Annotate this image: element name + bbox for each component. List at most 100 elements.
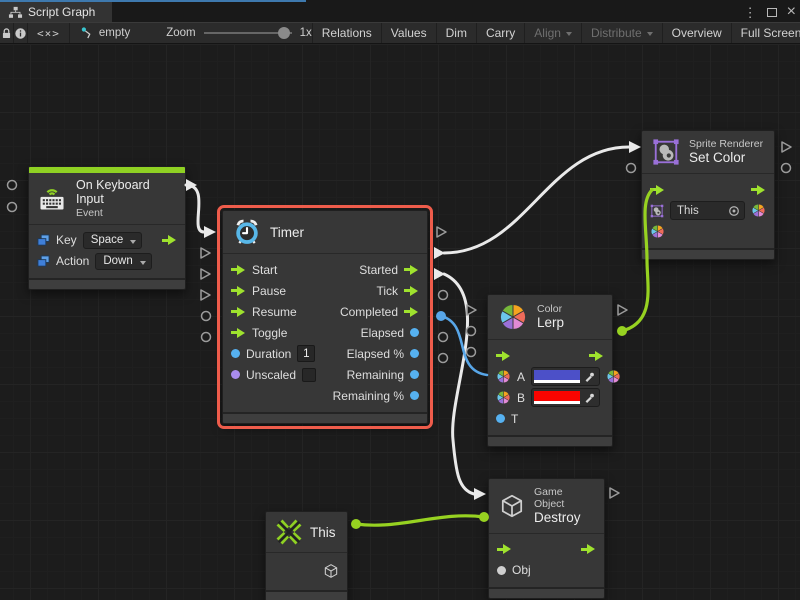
flow-in-icon <box>231 307 246 317</box>
node-set-color[interactable]: Sprite Renderer Set Color This <box>641 130 775 260</box>
wire-arrow-setcolor-flow[interactable] <box>629 141 641 153</box>
ext-port-timer-unscaled[interactable] <box>202 333 211 342</box>
unscaled-checkbox[interactable] <box>302 368 316 382</box>
wire-start-timer-completed[interactable] <box>434 268 445 280</box>
wire-elapsed-to-lerp-t[interactable] <box>441 316 487 375</box>
port-destroy-flow-in[interactable] <box>497 544 512 554</box>
lock-button[interactable] <box>0 23 14 43</box>
wire-this-to-destroy-obj[interactable] <box>356 516 484 525</box>
ext-port-timer-pause[interactable] <box>201 248 210 258</box>
ext-port-keyboard-key[interactable] <box>8 181 17 190</box>
port-lerp-a[interactable]: A <box>517 370 525 384</box>
port-lerp-b[interactable]: B <box>517 391 525 405</box>
maximize-icon[interactable] <box>767 8 777 17</box>
target-object-field[interactable]: This <box>670 201 745 220</box>
port-timer-started[interactable]: Started <box>359 263 419 277</box>
port-timer-pause[interactable]: Pause <box>231 284 286 298</box>
ext-port-setcolor-result[interactable] <box>782 164 791 173</box>
port-timer-remaining[interactable]: Remaining <box>347 368 419 382</box>
color-a-swatch[interactable] <box>534 370 580 383</box>
node-on-keyboard-input[interactable]: On Keyboard Input Event Key Space Action… <box>28 166 186 290</box>
node-timer[interactable]: Timer Start Started Pause <box>222 210 428 424</box>
ext-port-timer-resume[interactable] <box>201 269 210 279</box>
port-lerp-t[interactable]: T <box>511 412 518 426</box>
ext-port-lerp-a[interactable] <box>467 327 476 336</box>
inspect-button[interactable]: <×> <box>28 23 70 43</box>
port-destroy-flow-out[interactable] <box>581 544 596 554</box>
wire-start-timer-tick[interactable] <box>434 247 445 259</box>
action-dropdown[interactable]: Down <box>95 253 151 270</box>
port-timer-completed[interactable]: Completed <box>340 305 419 319</box>
close-icon[interactable]: × <box>787 4 796 20</box>
window-menu-icon[interactable]: ⋮ <box>744 6 757 19</box>
align-button[interactable]: Align <box>524 23 581 43</box>
port-timer-start[interactable]: Start <box>231 263 277 277</box>
duration-input[interactable]: 1 <box>297 345 315 362</box>
graph-canvas[interactable]: On Keyboard Input Event Key Space Action… <box>0 44 800 600</box>
ext-port-timer-remaining[interactable] <box>439 333 448 342</box>
port-timer-resume[interactable]: Resume <box>231 305 297 319</box>
overview-button[interactable]: Overview <box>662 23 731 43</box>
port-lerp-flow-in[interactable] <box>496 351 511 361</box>
port-timer-duration[interactable]: Duration 1 <box>231 345 315 362</box>
zoom-slider[interactable] <box>204 27 292 39</box>
ext-port-timer-remaining-percent[interactable] <box>439 354 448 363</box>
port-timer-remaining-percent[interactable]: Remaining % <box>333 389 419 403</box>
ext-port-destroy-flow-out[interactable] <box>610 488 619 498</box>
port-keyboard-trigger-out[interactable] <box>162 235 177 245</box>
port-lerp-flow-out[interactable] <box>589 351 604 361</box>
wire-arrow-destroy-flow[interactable] <box>474 488 486 500</box>
ext-port-lerp-b[interactable] <box>467 348 476 357</box>
wire-keyboard-to-timer[interactable] <box>186 185 204 232</box>
zoom-slider-handle[interactable] <box>278 27 290 39</box>
graph-pointer[interactable]: empty <box>70 26 140 40</box>
port-this-gameobject-out[interactable] <box>323 563 339 579</box>
wire-arrow-timer-start[interactable] <box>204 226 216 238</box>
color-b-swatch[interactable] <box>534 391 580 404</box>
key-dropdown[interactable]: Space <box>83 232 143 249</box>
wire-start-keyboard-out[interactable] <box>186 179 197 191</box>
ext-port-keyboard-action[interactable] <box>8 203 17 212</box>
float-port-icon <box>410 370 419 379</box>
wire-tick-to-setcolor[interactable] <box>444 147 629 253</box>
object-picker-icon[interactable] <box>728 205 740 217</box>
values-button[interactable]: Values <box>381 23 436 43</box>
ext-port-setcolor-flow-out[interactable] <box>782 142 791 152</box>
ext-port-setcolor-target[interactable] <box>627 164 636 173</box>
ext-port-lerp-flow-out[interactable] <box>618 305 627 315</box>
port-setcolor-flow-out[interactable] <box>751 185 766 195</box>
node-this[interactable]: This <box>265 511 348 600</box>
eyedropper-icon[interactable] <box>584 371 595 382</box>
port-timer-elapsed[interactable]: Elapsed <box>361 326 419 340</box>
dim-button[interactable]: Dim <box>436 23 476 43</box>
tab-script-graph[interactable]: Script Graph <box>0 2 112 22</box>
port-setcolor-flow-in[interactable] <box>650 185 665 195</box>
ext-port-timer-elapsed[interactable] <box>439 291 448 300</box>
ext-port-lerp-flow-in[interactable] <box>467 305 476 315</box>
port-lerp-result-out[interactable] <box>606 369 621 384</box>
port-timer-toggle[interactable]: Toggle <box>231 326 287 340</box>
node-color-lerp[interactable]: Color Lerp A <box>487 294 613 447</box>
ext-port-timer-duration[interactable] <box>202 312 211 321</box>
carry-button[interactable]: Carry <box>476 23 524 43</box>
relations-button[interactable]: Relations <box>312 23 381 43</box>
ext-port-timer-started[interactable] <box>437 227 446 237</box>
color-b-field[interactable] <box>531 388 600 407</box>
wire-start-lerp-result[interactable] <box>617 326 627 336</box>
distribute-button[interactable]: Distribute <box>581 23 662 43</box>
eyedropper-icon[interactable] <box>584 392 595 403</box>
color-a-field[interactable] <box>531 367 600 386</box>
wire-completed-to-destroy[interactable] <box>444 274 474 494</box>
ext-port-timer-toggle[interactable] <box>201 290 210 300</box>
wire-start-this-out[interactable] <box>351 519 361 529</box>
info-button[interactable] <box>14 23 28 43</box>
port-destroy-obj[interactable]: Obj <box>512 563 531 577</box>
port-timer-unscaled[interactable]: Unscaled <box>231 368 316 382</box>
port-timer-tick[interactable]: Tick <box>376 284 419 298</box>
port-timer-elapsed-percent[interactable]: Elapsed % <box>347 347 419 361</box>
fullscreen-button[interactable]: Full Screen <box>731 23 800 43</box>
wire-start-elapsed-percent[interactable] <box>436 311 446 321</box>
port-setcolor-color-in[interactable] <box>650 224 665 239</box>
port-setcolor-result-out[interactable] <box>751 203 766 218</box>
node-destroy[interactable]: Game Object Destroy Obj <box>488 478 605 599</box>
